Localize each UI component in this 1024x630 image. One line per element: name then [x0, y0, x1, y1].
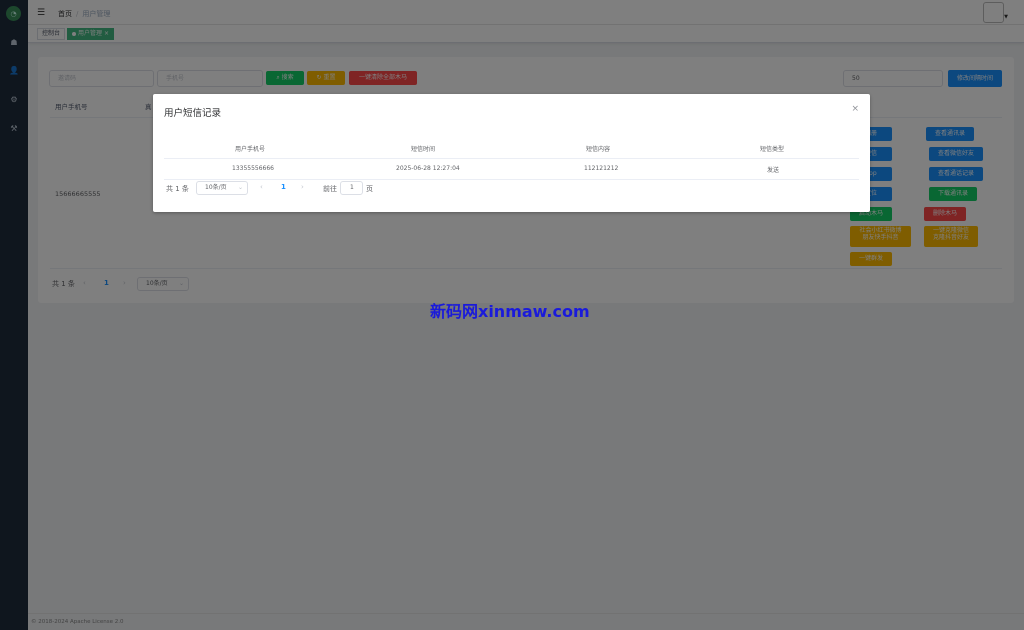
column-header-phone: 用户手机号: [235, 146, 266, 153]
header-divider: [164, 158, 859, 159]
cell-type: 发送: [767, 167, 780, 174]
chevron-left-icon[interactable]: ‹: [260, 183, 263, 191]
pagination-page[interactable]: 1: [281, 183, 286, 191]
dialog-title: 用户短信记录: [164, 108, 222, 119]
column-header-time: 短信时间: [411, 146, 436, 153]
chevron-down-icon: ⌄: [237, 184, 243, 191]
close-icon[interactable]: ×: [851, 104, 859, 114]
column-header-content: 短信内容: [586, 146, 611, 153]
page-size-select[interactable]: 10条/页 ⌄: [196, 181, 248, 195]
goto-label: 前往: [323, 185, 337, 193]
goto-suffix: 页: [366, 185, 373, 193]
column-header-type: 短信类型: [760, 146, 785, 153]
chevron-right-icon[interactable]: ›: [301, 183, 304, 191]
pagination-total: 共 1 条: [166, 185, 189, 193]
page-size-label: 10条/页: [205, 184, 227, 191]
cell-time: 2025-06-28 12:27:04: [396, 165, 460, 172]
cell-phone: 13355556666: [232, 165, 274, 172]
cell-content: 112121212: [584, 165, 619, 172]
row-divider: [164, 179, 859, 180]
watermark: 新码网xinmaw.com: [430, 302, 590, 321]
sms-records-dialog: 用户短信记录 × 用户手机号 短信时间 短信内容 短信类型 1335555666…: [153, 94, 870, 212]
goto-page-input[interactable]: 1: [340, 181, 363, 195]
